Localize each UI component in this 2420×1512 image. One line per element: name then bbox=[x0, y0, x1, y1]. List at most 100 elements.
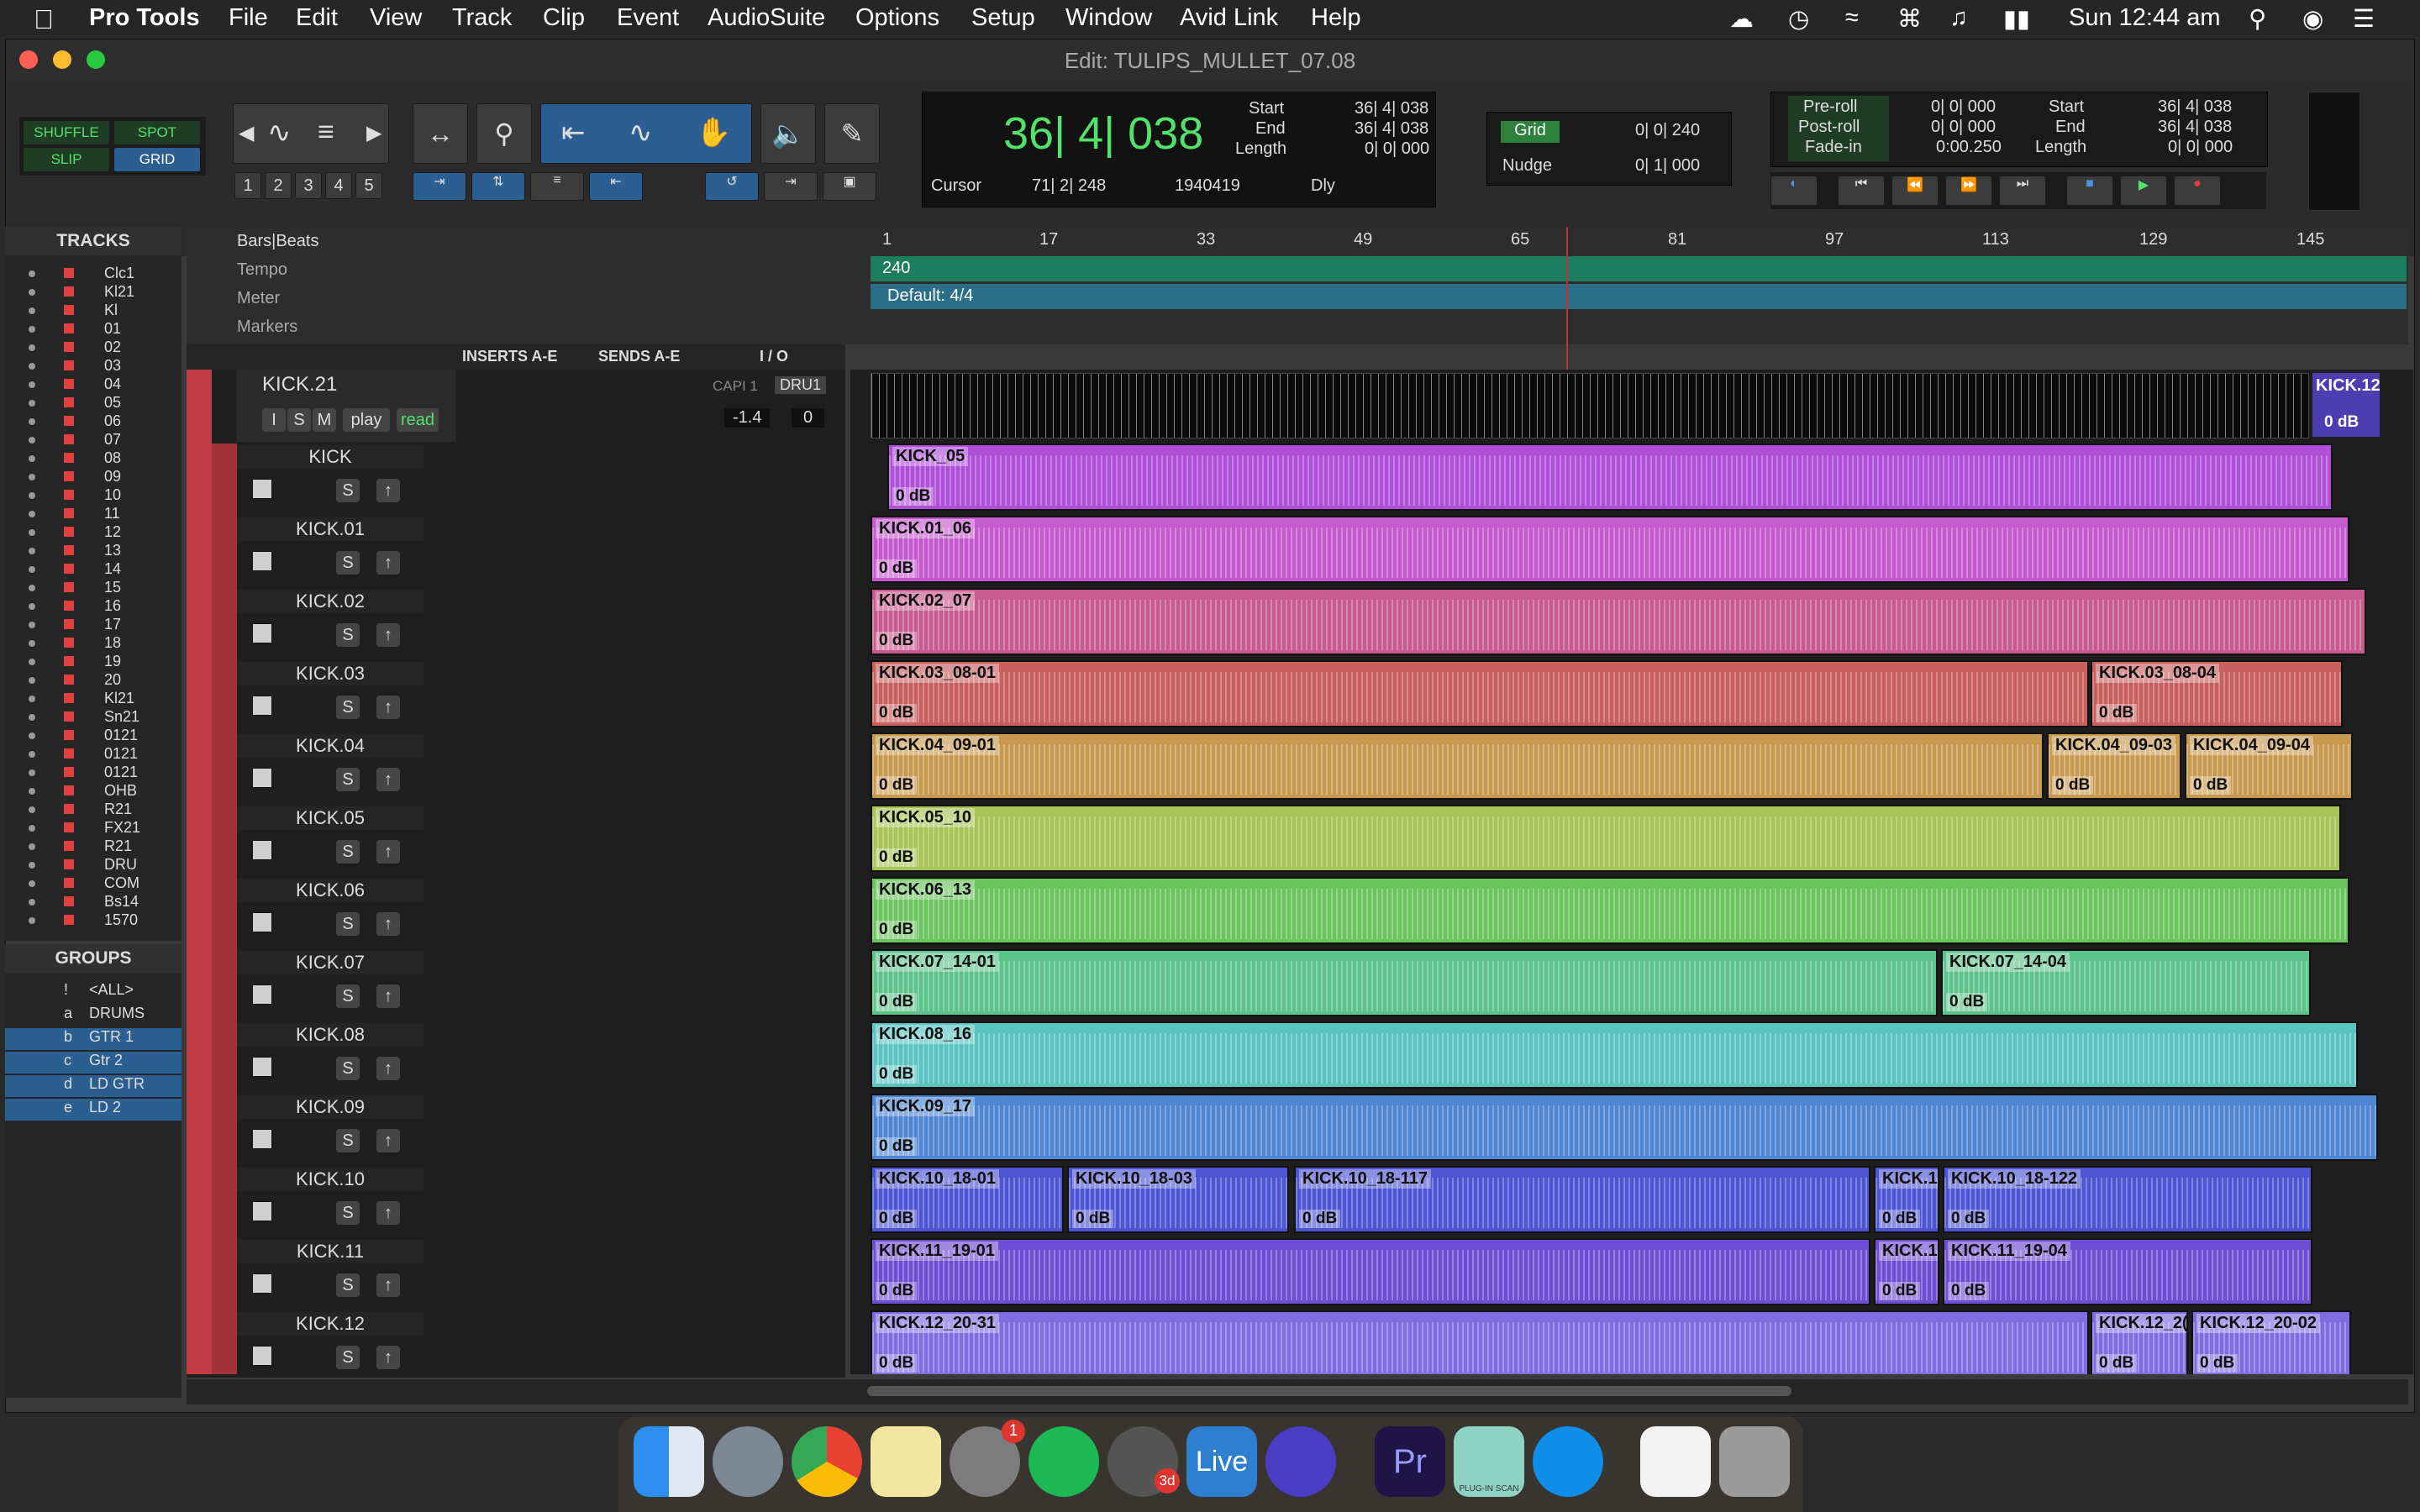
fadein-value[interactable]: 0:00.250 bbox=[1936, 138, 2002, 157]
play-icon[interactable]: ▶ bbox=[2120, 176, 2167, 206]
group-list-item[interactable]: ! <ALL> bbox=[5, 981, 182, 1003]
clip-gain[interactable]: 0 dB bbox=[876, 1137, 918, 1156]
track-list-item[interactable]: 03 bbox=[5, 356, 182, 375]
track-view-icon[interactable] bbox=[252, 1346, 272, 1366]
master-track-name[interactable]: KICK.21 bbox=[262, 373, 337, 396]
clip-gain[interactable]: 0 dB bbox=[876, 848, 918, 867]
audio-clip[interactable]: KICK.04_09-03 0 dB bbox=[2047, 732, 2181, 800]
show-track-dot-icon[interactable] bbox=[29, 437, 35, 444]
system-preferences-icon[interactable]: 1 bbox=[950, 1420, 1025, 1497]
finder-icon[interactable] bbox=[634, 1426, 704, 1497]
track-list-item[interactable]: 13 bbox=[5, 541, 182, 559]
track-height-zoom-icon[interactable]: ≡ bbox=[318, 116, 334, 149]
audio-clip[interactable]: KICK.01_06 0 dB bbox=[871, 516, 2349, 583]
battery-icon[interactable]: ▮▮ bbox=[2003, 4, 2030, 34]
audio-clip[interactable]: KICK.10_18-01 0 dB bbox=[871, 1166, 1064, 1233]
menu-view[interactable]: View bbox=[370, 4, 422, 32]
menu-avid-link[interactable]: Avid Link bbox=[1180, 4, 1278, 32]
show-track-dot-icon[interactable] bbox=[29, 566, 35, 573]
wifi-icon[interactable]: ≈ bbox=[1845, 4, 1859, 32]
tempo-ruler-label[interactable]: Tempo bbox=[237, 260, 287, 280]
audio-clip[interactable]: KICK.07_14-01 0 dB bbox=[871, 949, 1938, 1016]
clip-gain[interactable]: 0 dB bbox=[1948, 1210, 1990, 1228]
audio-clip[interactable]: KICK.08_16 0 dB bbox=[871, 1021, 2358, 1089]
clip-gain[interactable]: 0 dB bbox=[1948, 1282, 1990, 1300]
online-icon[interactable]: ◐ bbox=[1770, 176, 1818, 206]
audio-clip[interactable]: KICK.12_2(0 dB bbox=[2091, 1310, 2188, 1374]
menu-setup[interactable]: Setup bbox=[971, 4, 1035, 32]
track-name[interactable]: KICK.09 bbox=[237, 1095, 424, 1119]
track-view-icon[interactable] bbox=[252, 1273, 272, 1294]
track-list-item[interactable]: 0121 bbox=[5, 726, 182, 744]
track-list-item[interactable]: R21 bbox=[5, 837, 182, 855]
creative-cloud-icon[interactable]: ☁ bbox=[1729, 4, 1754, 34]
misc-app-icon[interactable]: 3d bbox=[1107, 1426, 1180, 1497]
grid-label[interactable]: Grid bbox=[1501, 121, 1560, 143]
menu-options[interactable]: Options bbox=[855, 4, 939, 32]
zoom-in-icon[interactable]: ▶ bbox=[366, 121, 381, 145]
clip-gain[interactable]: 0 dB bbox=[1879, 1282, 1921, 1300]
solo-button[interactable]: S bbox=[336, 840, 360, 864]
solo-button[interactable]: S bbox=[336, 768, 360, 791]
menu-event[interactable]: Event bbox=[617, 4, 679, 32]
audio-clip[interactable]: KICK.09_17 0 dB bbox=[871, 1094, 2378, 1161]
menu-window[interactable]: Window bbox=[1065, 4, 1152, 32]
track-name[interactable]: KICK.06 bbox=[237, 879, 424, 902]
zoom-preset-4[interactable]: 4 bbox=[325, 172, 352, 199]
master-track-clip[interactable] bbox=[871, 373, 2309, 438]
plugin-scan-icon[interactable]: PLUG-IN SCAN bbox=[1454, 1426, 1524, 1497]
audio-clip[interactable]: KICK.10_18-03 0 dB bbox=[1067, 1166, 1289, 1233]
automation-mode-button[interactable]: read bbox=[397, 408, 439, 432]
menubar-clock[interactable]: Sun 12:44 am bbox=[2069, 4, 2221, 32]
postroll-value[interactable]: 0| 0| 000 bbox=[1931, 118, 1996, 137]
postroll-label[interactable]: Post-roll bbox=[1798, 118, 1860, 137]
fast-forward-icon[interactable]: ⏩ bbox=[1945, 176, 1992, 206]
track-view-icon[interactable] bbox=[252, 1129, 272, 1149]
show-track-dot-icon[interactable] bbox=[29, 418, 35, 425]
return-to-zero-icon[interactable]: ⏮ bbox=[1838, 176, 1885, 206]
group-list-item[interactable]: a DRUMS bbox=[5, 1005, 182, 1026]
track-list-item[interactable]: Kl21 bbox=[5, 689, 182, 707]
audio-clip[interactable]: KICK.03_08-04 0 dB bbox=[2091, 660, 2343, 727]
solo-button[interactable]: S bbox=[336, 623, 360, 647]
clip-gain[interactable]: 0 dB bbox=[876, 1210, 918, 1228]
clip-gain[interactable]: 0 dB bbox=[2190, 776, 2232, 795]
horizontal-scrollbar[interactable] bbox=[187, 1379, 2408, 1404]
track-name[interactable]: KICK.02 bbox=[237, 590, 424, 613]
show-track-dot-icon[interactable] bbox=[29, 751, 35, 758]
track-name[interactable]: KICK.01 bbox=[237, 517, 424, 541]
show-track-dot-icon[interactable] bbox=[29, 289, 35, 296]
tab-to-transient-icon[interactable]: ⇥ bbox=[413, 172, 466, 201]
nudge-value[interactable]: 0| 1| 000 bbox=[1635, 156, 1700, 176]
collapse-arrow-icon[interactable]: ↑ bbox=[376, 1273, 400, 1297]
transport-length-value[interactable]: 0| 0| 000 bbox=[2168, 138, 2233, 157]
track-list-item[interactable]: 14 bbox=[5, 559, 182, 578]
track-name[interactable]: KICK.05 bbox=[237, 806, 424, 830]
clip-gain[interactable]: 0 dB bbox=[1946, 993, 1988, 1011]
show-track-dot-icon[interactable] bbox=[29, 455, 35, 462]
track-name[interactable]: KICK.10 bbox=[237, 1168, 424, 1191]
show-track-dot-icon[interactable] bbox=[29, 307, 35, 314]
audio-clip[interactable]: KICK.07_14-04 0 dB bbox=[1941, 949, 2311, 1016]
menu-file[interactable]: File bbox=[229, 4, 268, 32]
show-track-dot-icon[interactable] bbox=[29, 326, 35, 333]
pan-value[interactable]: 0 bbox=[792, 408, 825, 428]
show-track-dot-icon[interactable] bbox=[29, 622, 35, 628]
collapse-arrow-icon[interactable]: ↑ bbox=[376, 696, 400, 719]
audio-clip[interactable]: KICK.10_18-122 0 dB bbox=[1943, 1166, 2312, 1233]
clip-gain[interactable]: 0 dB bbox=[2052, 776, 2094, 795]
show-track-dot-icon[interactable] bbox=[29, 585, 35, 591]
solo-button[interactable]: S bbox=[336, 1346, 360, 1369]
control-center-icon[interactable]: ☰ bbox=[2353, 4, 2375, 34]
audio-clip[interactable]: KICK.11_19-04 0 dB bbox=[1943, 1238, 2312, 1305]
track-list-item[interactable]: 09 bbox=[5, 467, 182, 486]
show-track-dot-icon[interactable] bbox=[29, 880, 35, 887]
show-track-dot-icon[interactable] bbox=[29, 696, 35, 702]
trim-tool-icon[interactable]: ⇤ bbox=[561, 116, 586, 150]
insert-slot[interactable]: CAPI 1 bbox=[713, 378, 758, 395]
track-view-icon[interactable] bbox=[252, 623, 272, 643]
track-name[interactable]: KICK.03 bbox=[237, 662, 424, 685]
link-track-icon[interactable]: ≡ bbox=[530, 172, 584, 201]
track-view-icon[interactable] bbox=[252, 696, 272, 716]
spotify-icon[interactable] bbox=[1028, 1426, 1099, 1497]
